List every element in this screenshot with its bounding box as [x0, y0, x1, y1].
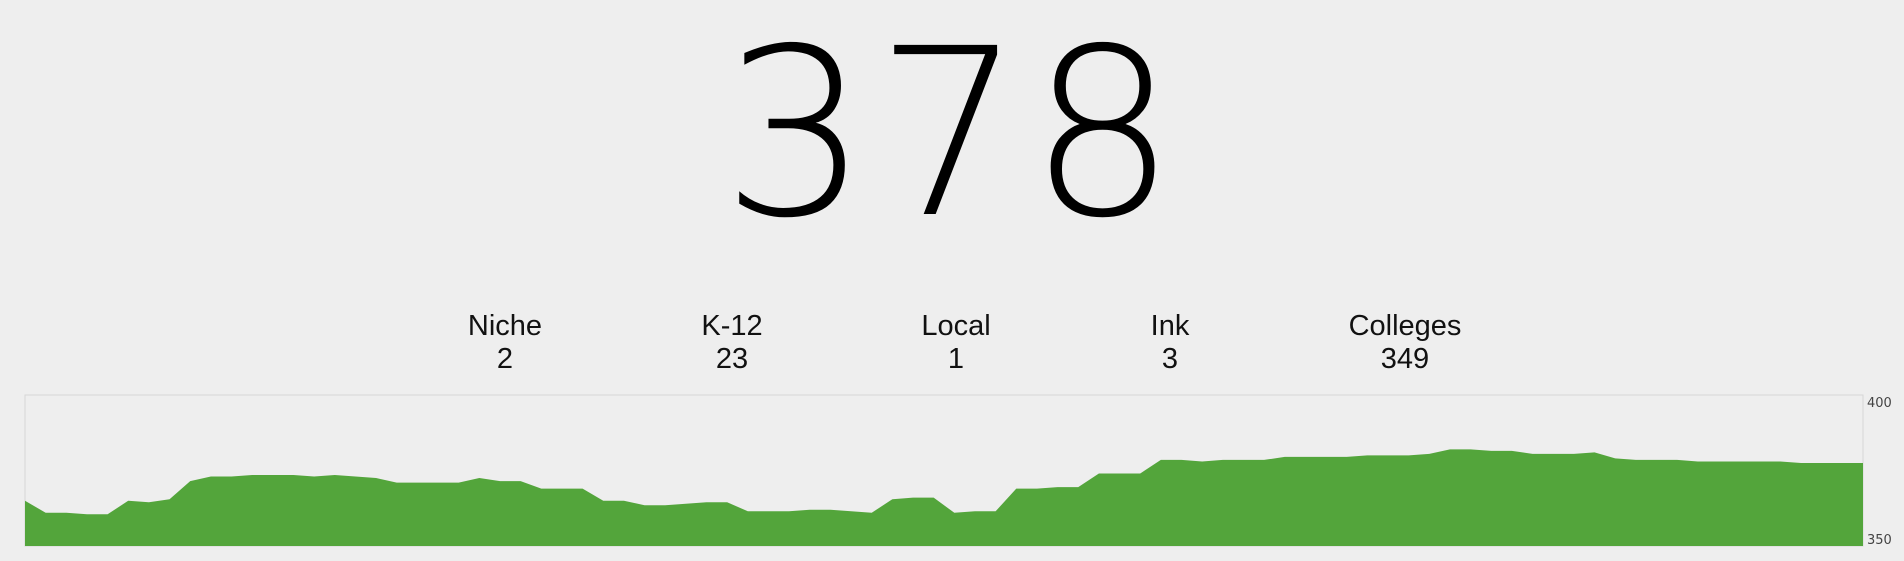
category-value: 2 [496, 343, 514, 375]
total-count: 378 [721, 0, 1183, 269]
category-colleges: Colleges 349 [1349, 310, 1462, 376]
area-chart-svg: 400 350 [24, 394, 1892, 548]
category-value: 349 [1380, 343, 1430, 375]
series-area [25, 449, 1863, 546]
category-value: 23 [715, 343, 749, 375]
category-value: 3 [1161, 343, 1179, 375]
category-label: K-12 [701, 310, 763, 342]
category-label: Ink [1150, 310, 1190, 342]
category-niche: Niche 2 [468, 310, 542, 376]
category-local: Local 1 [921, 310, 990, 376]
trend-chart: 400 350 [0, 393, 1904, 561]
y-tick-label: 400 [1867, 396, 1892, 411]
category-ink: Ink 3 [1151, 310, 1190, 376]
y-tick-label: 350 [1867, 533, 1892, 548]
category-label: Local [921, 310, 991, 342]
category-value: 1 [947, 343, 965, 375]
category-label: Colleges [1348, 310, 1462, 342]
category-k12: K-12 23 [701, 310, 762, 376]
category-label: Niche [467, 310, 543, 342]
